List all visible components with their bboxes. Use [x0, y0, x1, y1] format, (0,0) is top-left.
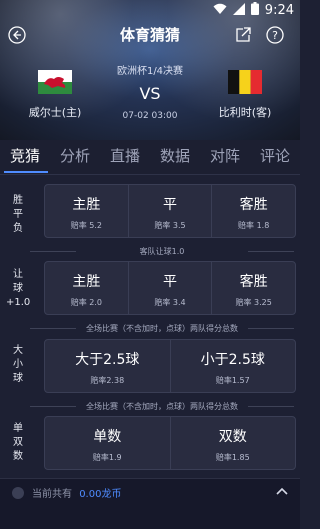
option-odds: 赔率 3.25 — [235, 298, 272, 307]
away-win-option[interactable]: 客胜 赔率 1.8 — [211, 185, 295, 237]
option-label: 客胜 — [239, 197, 268, 213]
balance-label: 当前共有 — [32, 489, 72, 500]
option-odds: 赔率1.85 — [215, 453, 250, 462]
win-draw-lose-label: 胜平负 — [6, 194, 30, 236]
option-label: 主胜 — [72, 197, 101, 213]
option-odds: 赔率1.57 — [215, 376, 250, 385]
tab-quiz[interactable]: 竞猜 — [0, 140, 50, 174]
bet-type-label: 让球 — [13, 269, 23, 294]
over-under-note-text: 全场比赛（不含加时，点球）两队得分总数 — [86, 324, 238, 333]
odd-even-note: 全场比赛（不含加时，点球）两队得分总数 — [30, 401, 294, 412]
odd-option[interactable]: 单数 赔率1.9 — [45, 417, 170, 469]
win-draw-lose-card: 主胜 赔率 5.2 平 赔率 3.5 客胜 赔率 1.8 — [44, 184, 296, 238]
handicap-card: 主胜 赔率 2.0 平 赔率 3.4 客胜 赔率 3.25 — [44, 261, 296, 315]
option-odds: 赔率 3.4 — [154, 298, 186, 307]
handicap-note: 客队让球1.0 — [30, 246, 294, 257]
bet-type-label: 胜平负 — [13, 195, 23, 234]
help-icon: ? — [266, 26, 284, 44]
balance-footer: 当前共有 0.00龙币 — [0, 478, 300, 529]
option-odds: 赔率 1.8 — [238, 221, 270, 230]
handicap-label: 让球 +1.0 — [6, 268, 30, 310]
top-bar: 体育猜猜 ? — [0, 22, 300, 50]
status-bar: 9:24 — [0, 0, 300, 20]
svg-text:?: ? — [272, 29, 278, 42]
coin-icon — [12, 487, 24, 499]
option-label: 平 — [163, 274, 177, 290]
odd-even-card: 单数 赔率1.9 双数 赔率1.85 — [44, 416, 296, 470]
chevron-up-icon — [276, 487, 288, 495]
draw-option[interactable]: 平 赔率 3.5 — [127, 185, 212, 237]
share-button[interactable] — [232, 24, 254, 46]
handicap-draw-option[interactable]: 平 赔率 3.4 — [127, 262, 212, 314]
over-under-note: 全场比赛（不含加时，点球）两队得分总数 — [30, 323, 294, 334]
bet-type-label: 单双数 — [13, 423, 23, 462]
balance-text: 当前共有 0.00龙币 — [32, 485, 121, 500]
handicap-value: +1.0 — [6, 297, 31, 308]
belgium-flag-icon — [228, 70, 262, 94]
odd-even-label: 单双数 — [6, 422, 30, 464]
wifi-icon — [213, 3, 227, 19]
option-label: 小于2.5球 — [200, 352, 265, 368]
over-under-label: 大小球 — [6, 344, 30, 386]
home-win-option[interactable]: 主胜 赔率 5.2 — [45, 185, 128, 237]
option-odds: 赔率 3.5 — [154, 221, 186, 230]
page-title: 体育猜猜 — [119, 26, 180, 44]
option-label: 主胜 — [72, 274, 101, 290]
handicap-note-text: 客队让球1.0 — [139, 247, 185, 256]
even-option[interactable]: 双数 赔率1.85 — [169, 417, 296, 469]
option-label: 单数 — [93, 429, 122, 445]
share-icon — [236, 27, 251, 42]
odd-even-note-text: 全场比赛（不含加时，点球）两队得分总数 — [86, 402, 238, 411]
option-label: 大于2.5球 — [75, 352, 140, 368]
over-option[interactable]: 大于2.5球 赔率2.38 — [45, 340, 170, 392]
handicap-away-win-option[interactable]: 客胜 赔率 3.25 — [211, 262, 295, 314]
status-time: 9:24 — [264, 3, 294, 18]
tab-data[interactable]: 数据 — [150, 140, 200, 174]
option-odds: 赔率 5.2 — [70, 221, 102, 230]
away-team: 比利时(客) — [200, 70, 290, 120]
option-label: 平 — [163, 197, 177, 213]
bet-type-label: 大小球 — [13, 345, 23, 384]
tab-bar: 竞猜 分析 直播 数据 对阵 评论 — [0, 140, 300, 175]
tab-analysis[interactable]: 分析 — [50, 140, 100, 174]
signal-icon — [232, 2, 245, 19]
away-team-name: 比利时(客) — [218, 106, 272, 119]
expand-button[interactable] — [274, 483, 290, 503]
tab-comments[interactable]: 评论 — [250, 140, 300, 174]
battery-icon — [250, 2, 259, 19]
under-option[interactable]: 小于2.5球 赔率1.57 — [169, 340, 296, 392]
option-odds: 赔率 2.0 — [70, 298, 102, 307]
active-tab-indicator — [4, 171, 48, 173]
tab-live[interactable]: 直播 — [100, 140, 150, 174]
balance-amount: 0.00龙币 — [79, 489, 122, 500]
handicap-home-win-option[interactable]: 主胜 赔率 2.0 — [45, 262, 128, 314]
help-button[interactable]: ? — [264, 24, 286, 46]
option-odds: 赔率2.38 — [90, 376, 125, 385]
option-label: 客胜 — [239, 274, 268, 290]
over-under-card: 大于2.5球 赔率2.38 小于2.5球 赔率1.57 — [44, 339, 296, 393]
option-label: 双数 — [218, 429, 247, 445]
tab-lineup[interactable]: 对阵 — [200, 140, 250, 174]
option-odds: 赔率1.9 — [92, 453, 122, 462]
